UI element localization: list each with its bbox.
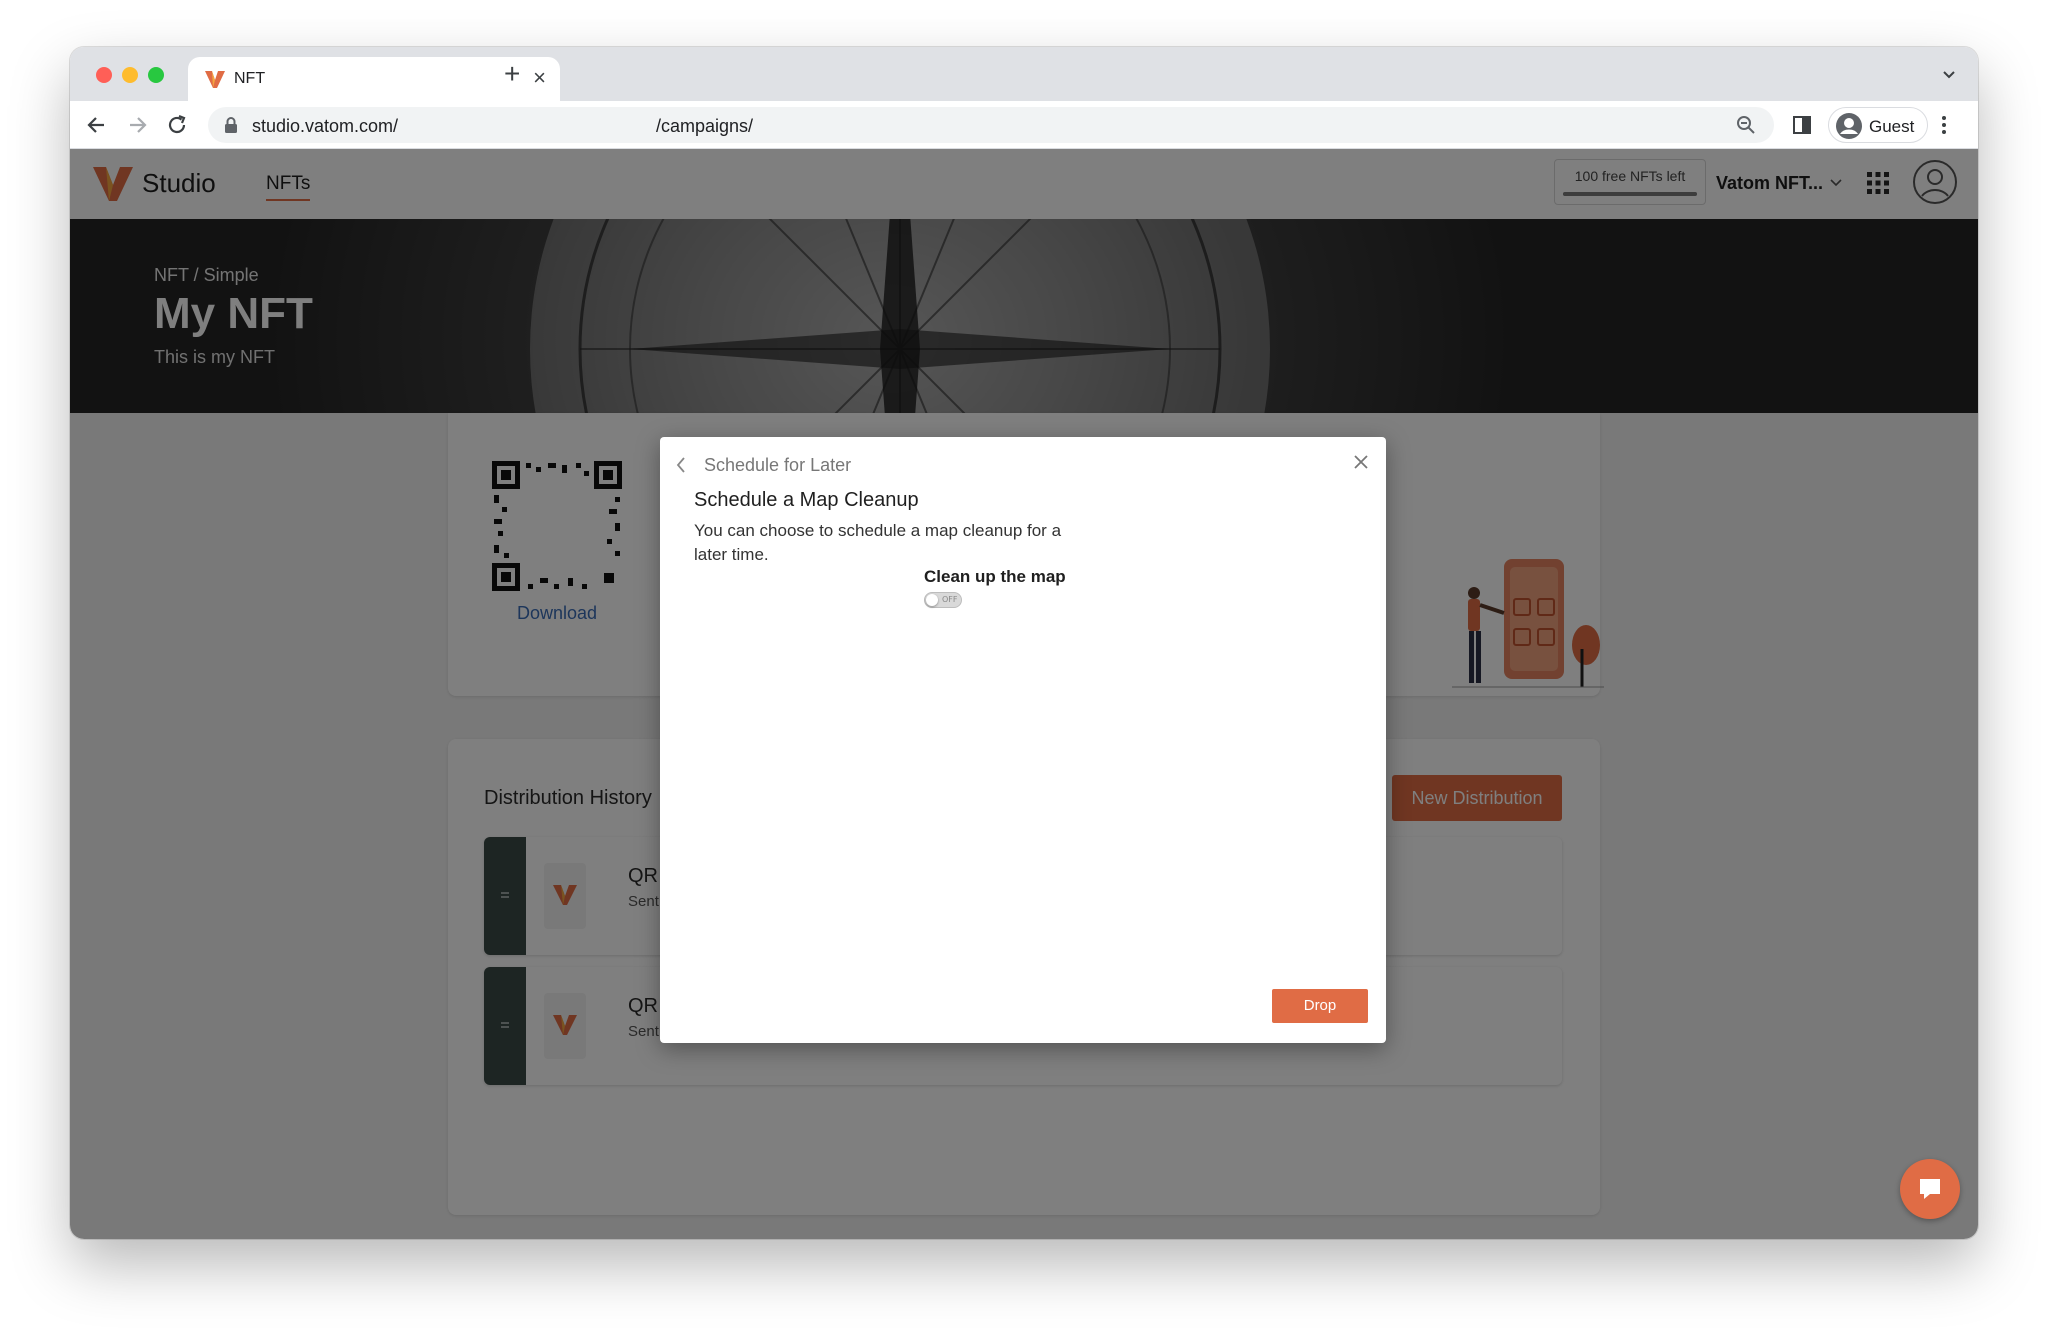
modal-heading: Schedule a Map Cleanup <box>694 489 919 511</box>
vatom-logo-icon <box>205 71 225 88</box>
kebab-menu-icon[interactable] <box>1940 113 1948 137</box>
tab-strip: NFT × + <box>70 47 1978 101</box>
lock-icon[interactable] <box>224 117 238 133</box>
cleanup-toggle-label: Clean up the map <box>924 567 1066 586</box>
chat-button[interactable] <box>1900 1159 1960 1219</box>
browser-window: NFT × + studio.vatom.com/ /campaigns/ Gu… <box>70 47 1978 1239</box>
page-viewport: Studio NFTs 100 free NFTs left Vatom NFT… <box>70 149 1978 1239</box>
cleanup-toggle[interactable]: OFF <box>924 592 962 608</box>
toggle-knob <box>926 594 938 606</box>
minimize-window-button[interactable] <box>122 67 138 83</box>
url-path: /campaigns/ <box>656 116 754 136</box>
avatar-icon <box>1836 113 1862 139</box>
side-panel-icon[interactable] <box>1792 115 1812 135</box>
profile-label: Guest <box>1869 117 1915 136</box>
url-host: studio.vatom.com/ <box>252 116 399 136</box>
modal-description: You can choose to schedule a map cleanup… <box>694 521 1062 564</box>
browser-toolbar: studio.vatom.com/ /campaigns/ Guest <box>70 101 1978 149</box>
reload-icon[interactable] <box>164 112 190 138</box>
arrow-left-icon[interactable] <box>84 112 110 138</box>
drop-button[interactable]: Drop <box>1272 989 1368 1023</box>
zoom-icon[interactable] <box>1736 115 1756 135</box>
chevron-left-icon[interactable] <box>674 455 688 475</box>
close-window-button[interactable] <box>96 67 112 83</box>
new-tab-button[interactable]: + <box>504 60 520 88</box>
toggle-state-text: OFF <box>942 595 958 604</box>
tab-title: NFT <box>234 70 266 87</box>
arrow-right-icon[interactable] <box>124 112 150 138</box>
modal-back-label[interactable]: Schedule for Later <box>704 455 851 476</box>
maximize-window-button[interactable] <box>148 67 164 83</box>
profile-button[interactable]: Guest <box>1828 107 1928 143</box>
address-bar[interactable]: studio.vatom.com/ /campaigns/ <box>208 107 1774 143</box>
chevron-down-icon[interactable] <box>1938 63 1960 85</box>
tab-close-icon[interactable]: × <box>533 66 546 90</box>
close-icon[interactable] <box>1352 453 1370 471</box>
schedule-cleanup-modal: Schedule for Later Schedule a Map Cleanu… <box>660 437 1386 1043</box>
chat-icon <box>1920 1179 1940 1199</box>
